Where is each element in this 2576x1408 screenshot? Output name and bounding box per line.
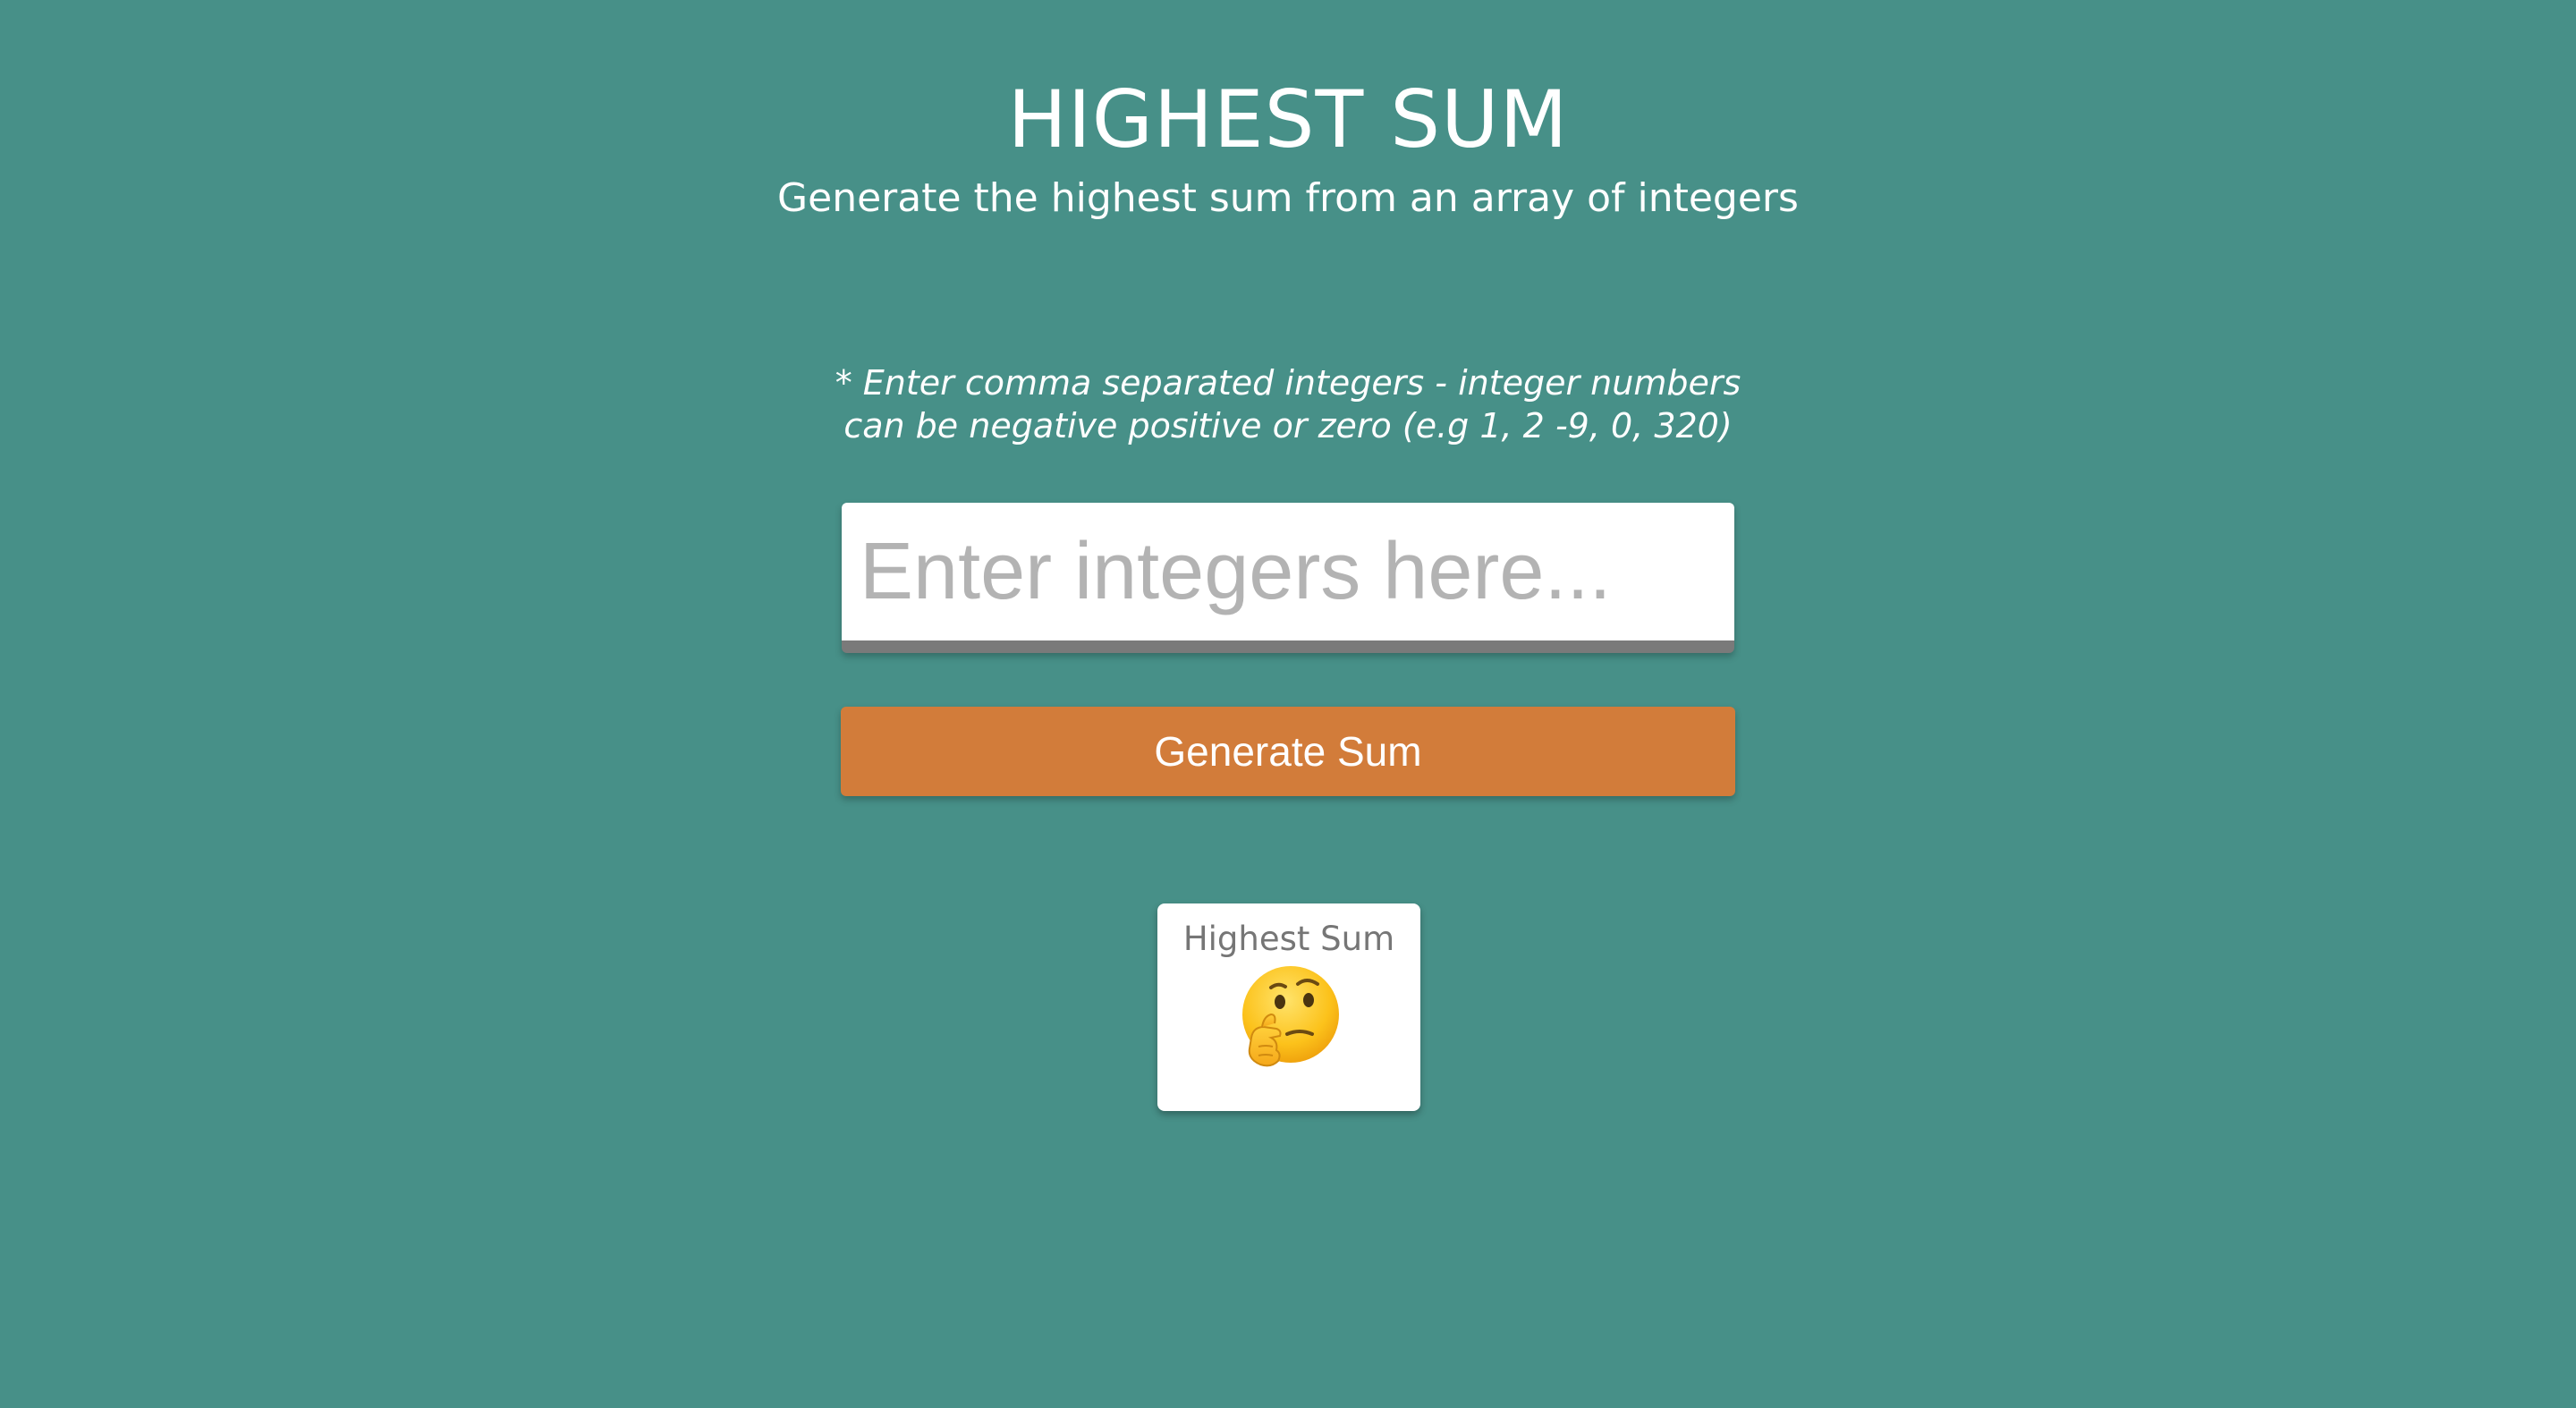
instructions-line-2: can be negative positive or zero (e.g 1,… <box>843 406 1733 445</box>
generate-sum-button[interactable]: Generate Sum <box>841 707 1735 796</box>
integers-input[interactable] <box>842 503 1734 640</box>
page-subtitle: Generate the highest sum from an array o… <box>777 175 1799 221</box>
page-header: HIGHEST SUM Generate the highest sum fro… <box>0 68 2576 225</box>
integers-input-container <box>842 503 1734 653</box>
input-instructions: * Enter comma separated integers - integ… <box>823 361 1753 447</box>
highest-sum-label: Highest Sum <box>1182 920 1395 958</box>
page-title: HIGHEST SUM <box>1007 73 1569 165</box>
highest-sum-card: Highest Sum <box>1157 903 1420 1111</box>
thinking-face-icon <box>1235 964 1343 1072</box>
instructions-line-1: * Enter comma separated integers - integ… <box>835 363 1741 403</box>
